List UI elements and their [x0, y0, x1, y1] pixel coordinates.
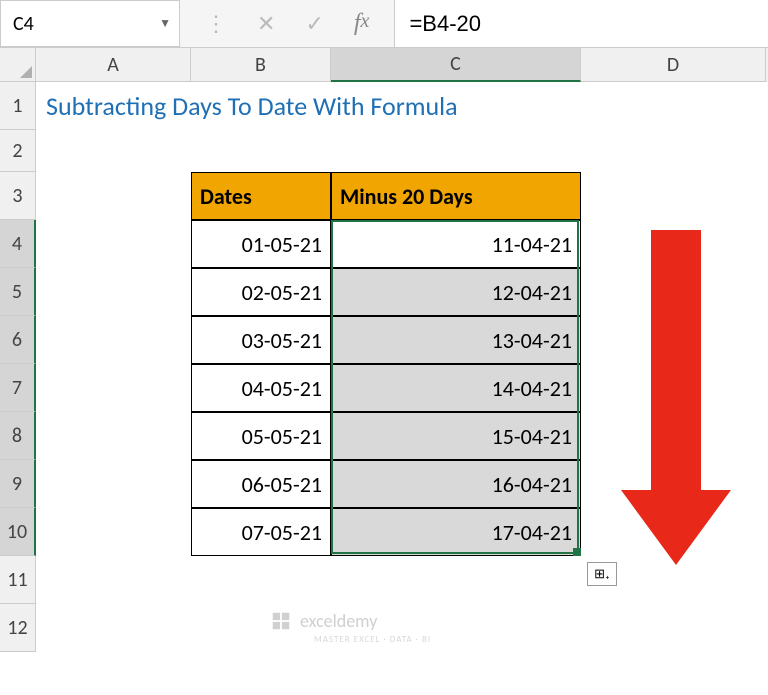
- cancel-icon[interactable]: ✕: [257, 10, 275, 37]
- watermark-text: exceldemy: [300, 610, 377, 632]
- row-header-1[interactable]: 1: [0, 82, 36, 130]
- header-dates[interactable]: Dates: [191, 172, 331, 220]
- name-box-value: C4: [13, 12, 34, 36]
- select-all-corner[interactable]: [0, 48, 36, 82]
- cell-date-2[interactable]: 03-05-21: [191, 316, 331, 364]
- row-header-9[interactable]: 9: [0, 460, 36, 508]
- watermark: exceldemy: [270, 610, 377, 632]
- row-header-4[interactable]: 4: [0, 220, 36, 268]
- row-header-10[interactable]: 10: [0, 508, 36, 556]
- formula-bar: C4 ▼ ⋮ ✕ ✓ fx: [0, 0, 768, 48]
- name-box-dropdown-icon[interactable]: ▼: [159, 16, 171, 31]
- cell-date-0[interactable]: 01-05-21: [191, 220, 331, 268]
- fx-icon[interactable]: fx: [354, 10, 370, 37]
- red-arrow-annotation: [651, 230, 731, 565]
- name-box[interactable]: C4 ▼: [0, 0, 180, 47]
- cell-minus-3[interactable]: 14-04-21: [331, 364, 581, 412]
- spreadsheet-grid: 123456789101112 ABCD Subtracting Days To…: [0, 48, 768, 695]
- cell-date-6[interactable]: 07-05-21: [191, 508, 331, 556]
- column-header-B[interactable]: B: [191, 48, 331, 82]
- cell-minus-5[interactable]: 16-04-21: [331, 460, 581, 508]
- row-header-5[interactable]: 5: [0, 268, 36, 316]
- cell-minus-1[interactable]: 12-04-21: [331, 268, 581, 316]
- cell-date-5[interactable]: 06-05-21: [191, 460, 331, 508]
- cell-date-3[interactable]: 04-05-21: [191, 364, 331, 412]
- cell-date-1[interactable]: 02-05-21: [191, 268, 331, 316]
- formula-input[interactable]: [394, 0, 768, 47]
- row-headers: 123456789101112: [0, 82, 36, 652]
- row-header-11[interactable]: 11: [0, 556, 36, 604]
- cell-minus-6[interactable]: 17-04-21: [331, 508, 581, 556]
- column-headers: ABCD: [36, 48, 768, 82]
- title-cell[interactable]: Subtracting Days To Date With Formula: [36, 82, 636, 130]
- column-header-A[interactable]: A: [36, 48, 191, 82]
- cell-minus-2[interactable]: 13-04-21: [331, 316, 581, 364]
- row-header-8[interactable]: 8: [0, 412, 36, 460]
- cell-minus-4[interactable]: 15-04-21: [331, 412, 581, 460]
- autofill-options-button[interactable]: ⊞₊: [587, 562, 617, 586]
- cell-date-4[interactable]: 05-05-21: [191, 412, 331, 460]
- header-minus[interactable]: Minus 20 Days: [331, 172, 581, 220]
- formula-bar-buttons: ⋮ ✕ ✓ fx: [180, 10, 394, 37]
- dots-icon: ⋮: [205, 10, 227, 37]
- watermark-subtitle: MASTER EXCEL · DATA · BI: [314, 634, 431, 645]
- row-header-12[interactable]: 12: [0, 604, 36, 652]
- row-header-7[interactable]: 7: [0, 364, 36, 412]
- row-header-2[interactable]: 2: [0, 130, 36, 172]
- row-header-6[interactable]: 6: [0, 316, 36, 364]
- column-header-C[interactable]: C: [331, 48, 581, 82]
- enter-icon[interactable]: ✓: [305, 10, 323, 37]
- column-header-D[interactable]: D: [581, 48, 766, 82]
- cell-minus-0[interactable]: 11-04-21: [331, 220, 581, 268]
- row-header-3[interactable]: 3: [0, 172, 36, 220]
